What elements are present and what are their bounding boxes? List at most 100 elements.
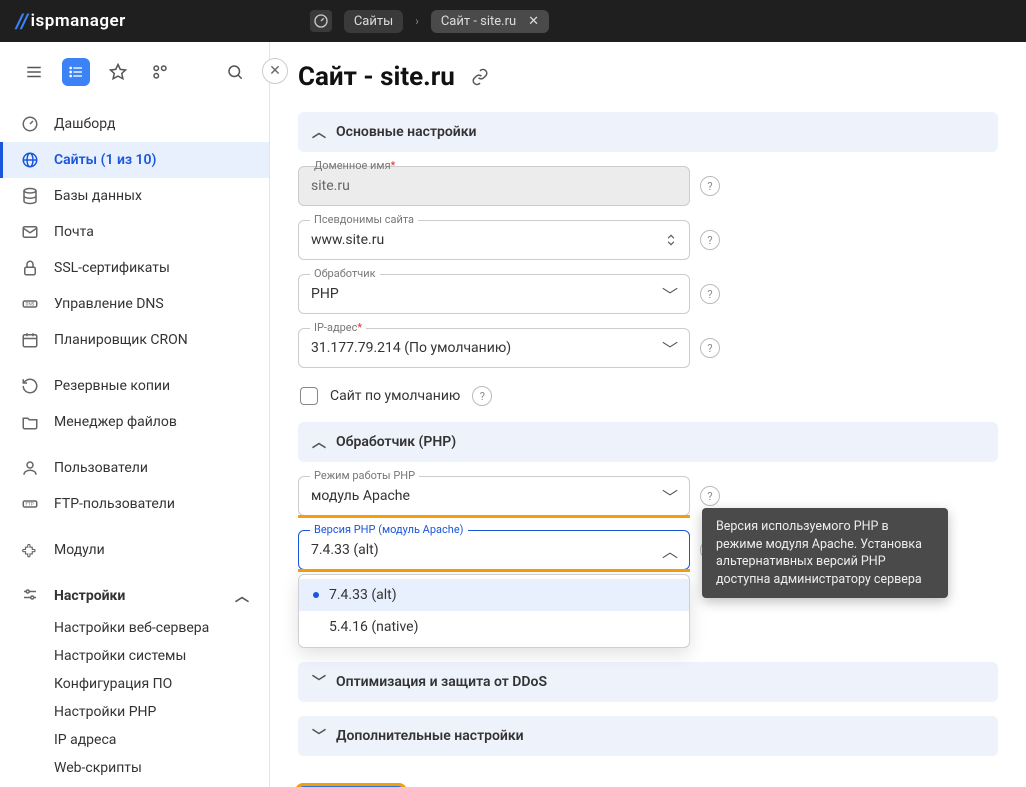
nav-sub-php[interactable]: Настройки PHP <box>0 698 269 726</box>
section-label: Основные настройки <box>336 124 477 140</box>
nav-mail[interactable]: Почта <box>0 214 269 250</box>
gauge-button[interactable] <box>310 10 332 32</box>
nav-label: Настройки <box>54 588 125 604</box>
search-icon[interactable] <box>221 58 249 86</box>
field-label-domain: Доменное имя* <box>310 159 399 172</box>
help-icon[interactable]: ? <box>700 230 720 250</box>
nav-ssl[interactable]: SSL-сертификаты <box>0 250 269 286</box>
section-basic[interactable]: ︿Основные настройки <box>298 112 998 152</box>
nav-files[interactable]: Менеджер файлов <box>0 404 269 440</box>
domain-input <box>298 166 690 206</box>
aliases-input[interactable] <box>298 220 690 260</box>
dropdown-option[interactable]: 7.4.33 (alt) <box>299 579 689 611</box>
chevron-up-icon: ︿ <box>312 432 326 452</box>
dropdown-option[interactable]: 5.4.16 (native) <box>299 611 689 643</box>
help-icon[interactable]: ? <box>700 176 720 196</box>
nav-label: Почта <box>54 224 94 240</box>
close-tab-icon[interactable]: ✕ <box>528 14 539 29</box>
section-handler[interactable]: ︿ Обработчик (PHP) <box>298 422 998 462</box>
help-icon[interactable]: ? <box>700 486 720 506</box>
nav-label: Сайты (1 из 10) <box>54 152 156 168</box>
nav-label: Управление DNS <box>54 296 164 312</box>
refresh-icon <box>20 376 40 396</box>
nav-sub-ip[interactable]: IP адреса <box>0 726 269 754</box>
nav-label: Базы данных <box>54 188 142 204</box>
nav-sub-webserver[interactable]: Настройки веб-сервера <box>0 614 269 642</box>
nav-ftp[interactable]: FTPFTP-пользователи <box>0 486 269 522</box>
topbar: // ispmanager Сайты › Сайт - site.ru ✕ <box>0 0 1026 42</box>
option-label: 7.4.33 (alt) <box>329 587 397 603</box>
list-view-icon[interactable] <box>62 58 90 86</box>
highlight-underline <box>298 569 690 572</box>
apps-icon[interactable] <box>146 58 174 86</box>
chevron-right-icon: › <box>415 14 419 28</box>
nav-sub-reserved[interactable]: Зарезервированные имена <box>0 782 269 787</box>
close-panel-button[interactable]: ✕ <box>262 58 288 84</box>
default-site-label: Сайт по умолчанию <box>330 388 460 404</box>
hamburger-icon[interactable] <box>20 58 48 86</box>
ftp-icon: FTP <box>20 494 40 514</box>
section-label: Оптимизация и защита от DDoS <box>336 674 547 690</box>
nav-settings[interactable]: Настройки︿ <box>0 578 269 614</box>
section-label: Обработчик (PHP) <box>336 434 456 450</box>
nav-sub-system[interactable]: Настройки системы <box>0 642 269 670</box>
database-icon <box>20 186 40 206</box>
breadcrumb-current-label: Сайт - site.ru <box>441 14 516 29</box>
nav-users[interactable]: Пользователи <box>0 450 269 486</box>
lock-icon <box>20 258 40 278</box>
mail-icon <box>20 222 40 242</box>
svg-text:DNS: DNS <box>26 302 35 308</box>
globe-icon <box>20 150 40 170</box>
updown-icon[interactable] <box>664 233 678 247</box>
nav-modules[interactable]: Модули <box>0 532 269 568</box>
puzzle-icon <box>20 540 40 560</box>
nav-databases[interactable]: Базы данных <box>0 178 269 214</box>
help-icon[interactable]: ? <box>700 284 720 304</box>
field-label-ip: IP-адрес* <box>310 321 366 334</box>
nav-sub-software[interactable]: Конфигурация ПО <box>0 670 269 698</box>
highlight-underline <box>298 515 690 518</box>
chevron-down-icon: ﹀ <box>312 672 326 692</box>
nav-cron[interactable]: Планировщик CRON <box>0 322 269 358</box>
php-mode-select[interactable] <box>298 476 690 516</box>
nav-dashboard[interactable]: Дашборд <box>0 106 269 142</box>
nav-label: Менеджер файлов <box>54 414 177 430</box>
nav-label: Пользователи <box>54 460 148 476</box>
link-icon[interactable] <box>471 68 489 86</box>
chevron-down-icon: ﹀ <box>312 726 326 746</box>
default-site-checkbox[interactable] <box>300 387 318 405</box>
nav-label: Модули <box>54 542 105 558</box>
field-label-aliases: Псевдонимы сайта <box>310 213 418 226</box>
option-label: 5.4.16 (native) <box>329 619 418 635</box>
gauge-icon <box>20 114 40 134</box>
nav-label: SSL-сертификаты <box>54 260 170 276</box>
breadcrumb-sites[interactable]: Сайты <box>344 10 403 33</box>
app-name: ispmanager <box>31 11 126 31</box>
help-icon[interactable]: ? <box>700 338 720 358</box>
handler-select[interactable] <box>298 274 690 314</box>
section-ddos[interactable]: ﹀ Оптимизация и защита от DDoS <box>298 662 998 702</box>
sliders-icon <box>20 586 40 606</box>
nav-label: Планировщик CRON <box>54 332 188 348</box>
page-title: Сайт - site.ru <box>298 62 455 92</box>
field-label-phpversion: Версия PHP (модуль Apache) <box>310 523 468 536</box>
nav-label: Дашборд <box>54 116 115 132</box>
dns-icon: DNS <box>20 294 40 314</box>
ip-select[interactable] <box>298 328 690 368</box>
nav-label: Резервные копии <box>54 378 170 394</box>
php-version-dropdown: 7.4.33 (alt) 5.4.16 (native) <box>298 574 690 648</box>
content-area: Сайт - site.ru ︿Основные настройки Домен… <box>270 42 1026 787</box>
nav-sub-scripts[interactable]: Web-скрипты <box>0 754 269 782</box>
app-logo: // ispmanager <box>16 9 126 33</box>
svg-text:FTP: FTP <box>26 502 34 508</box>
php-version-select[interactable] <box>298 530 690 570</box>
nav-dns[interactable]: DNS Управление DNS <box>0 286 269 322</box>
breadcrumb-current[interactable]: Сайт - site.ru ✕ <box>431 10 549 33</box>
nav-sites[interactable]: Сайты (1 из 10) <box>0 142 269 178</box>
nav-backups[interactable]: Резервные копии <box>0 368 269 404</box>
field-label-handler: Обработчик <box>310 267 380 280</box>
help-icon[interactable]: ? <box>472 386 492 406</box>
section-label: Дополнительные настройки <box>336 728 524 744</box>
star-icon[interactable] <box>104 58 132 86</box>
section-additional[interactable]: ﹀ Дополнительные настройки <box>298 716 998 756</box>
